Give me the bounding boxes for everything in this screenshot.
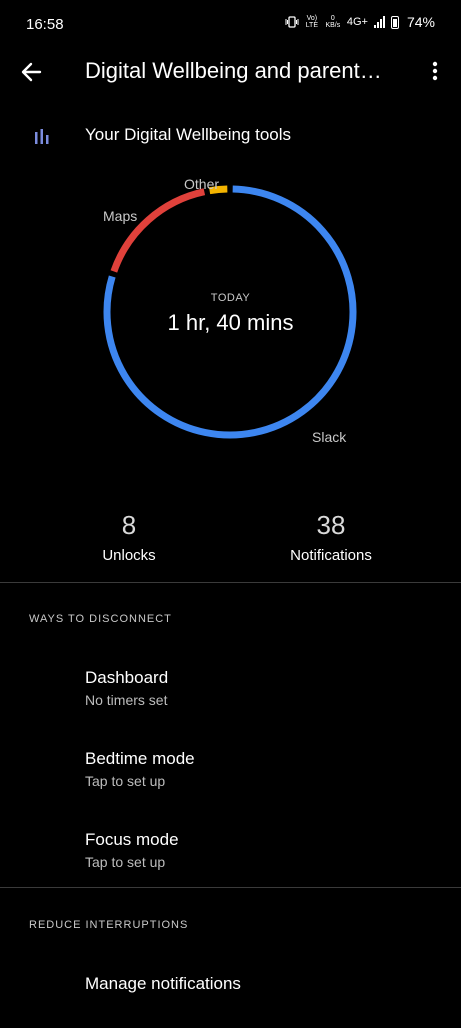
notifications-label: Notifications [290, 547, 372, 564]
network-type: 4G+ [346, 16, 368, 28]
more-vert-icon [432, 61, 438, 81]
slice-maps [110, 188, 206, 273]
usage-chart[interactable]: Other Maps Slack TODAY 1 hr, 40 mins [0, 160, 461, 480]
app-bar: Digital Wellbeing and parent… [0, 48, 461, 96]
list-item-title: Focus mode [85, 830, 179, 849]
battery-icon [390, 15, 399, 29]
bar-chart-icon [35, 129, 49, 144]
chart-center-caption: TODAY [210, 292, 251, 304]
list-item-bedtime-mode[interactable]: Bedtime mode Tap to set up [0, 739, 461, 803]
list-item-subtitle: Tap to set up [85, 854, 166, 870]
list-item-subtitle: Tap to set up [85, 773, 166, 789]
slice-label-other: Other [184, 176, 220, 192]
unlocks-stat[interactable]: 8 Unlocks [29, 510, 229, 564]
section-header-disconnect: WAYS TO DISCONNECT [29, 613, 172, 625]
wellbeing-tools-row[interactable]: Your Digital Wellbeing tools [0, 118, 461, 152]
overflow-menu-button[interactable] [424, 58, 446, 86]
vibrate-icon [285, 16, 299, 28]
signal-icon [373, 16, 385, 28]
battery-percent: 74% [406, 14, 435, 30]
divider [0, 582, 461, 583]
notifications-count: 38 [316, 510, 346, 540]
list-item-subtitle: No timers set [85, 692, 168, 708]
wellbeing-tools-label: Your Digital Wellbeing tools [85, 125, 292, 144]
page-title: Digital Wellbeing and parent… [85, 58, 382, 83]
data-rate: 0 KB/s [325, 15, 341, 29]
list-item-manage-notifications[interactable]: Manage notifications [0, 964, 461, 1028]
chart-center-value: 1 hr, 40 mins [167, 310, 294, 335]
unlocks-label: Unlocks [102, 547, 156, 564]
list-item-title: Manage notifications [85, 974, 241, 993]
status-time: 16:58 [26, 16, 64, 33]
section-header-interruptions: REDUCE INTERRUPTIONS [29, 919, 189, 931]
list-item-dashboard[interactable]: Dashboard No timers set [0, 658, 461, 722]
list-item-title: Bedtime mode [85, 749, 195, 768]
list-item-focus-mode[interactable]: Focus mode Tap to set up [0, 820, 461, 884]
status-bar: 16:58 Vo) LTE 0 KB/s 4G+ 74% [0, 0, 461, 48]
divider [0, 887, 461, 888]
volte-indicator: Vo) LTE [305, 15, 319, 29]
slice-label-maps: Maps [103, 208, 138, 224]
back-button[interactable] [18, 58, 50, 86]
notifications-stat[interactable]: 38 Notifications [231, 510, 431, 564]
slice-label-slack: Slack [312, 429, 347, 445]
unlocks-count: 8 [121, 510, 137, 540]
status-icons: Vo) LTE 0 KB/s 4G+ 74% [285, 14, 435, 30]
arrow-left-icon [21, 62, 42, 82]
list-item-title: Dashboard [85, 668, 169, 687]
